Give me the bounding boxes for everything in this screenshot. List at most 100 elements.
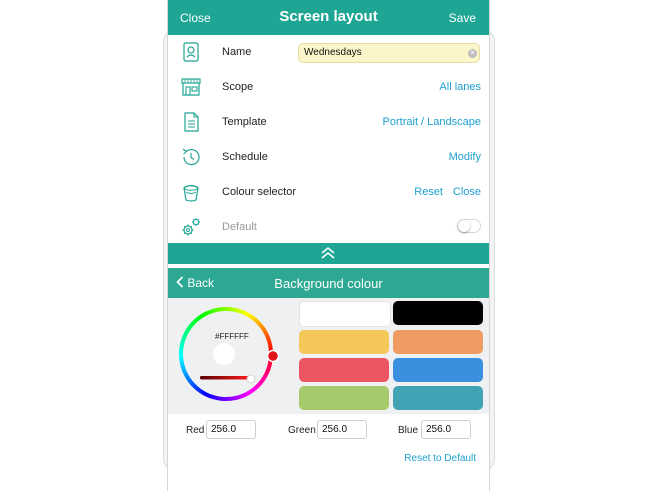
colour-selector-label: Colour selector [222, 186, 296, 198]
swatch-yellow[interactable] [299, 330, 389, 354]
hue-ring-segment [199, 389, 206, 396]
id-card-icon [183, 42, 199, 62]
hue-ring-segment [181, 334, 188, 340]
clear-icon[interactable]: ✕ [468, 49, 477, 58]
hue-ring-segment [240, 309, 246, 316]
hue-ring-segment [195, 386, 202, 393]
swatch-orange[interactable] [393, 330, 483, 354]
default-row: Default [168, 210, 489, 245]
collapse-bar[interactable] [168, 243, 489, 264]
hue-ring-segment [250, 315, 257, 322]
hue-ring-segment [198, 313, 205, 320]
hue-ring-segment [179, 345, 184, 351]
colour-selector-row: Colour selector Reset Close [168, 175, 489, 210]
schedule-modify-link[interactable]: Modify [449, 151, 481, 163]
hue-ring-segment [247, 388, 254, 395]
hue-ring-segment [260, 326, 267, 333]
hue-ring-segment [183, 330, 189, 337]
hue-ring-segment [253, 383, 260, 391]
colour-close-link[interactable]: Close [453, 186, 481, 198]
hue-ring-segment [213, 307, 219, 313]
scope-value-link[interactable]: All lanes [439, 81, 481, 93]
hue-ring-segment [237, 394, 243, 400]
red-label: Red [186, 425, 205, 436]
hue-ring-segment [232, 307, 239, 313]
reset-to-default-link[interactable]: Reset to Default [404, 453, 476, 464]
hue-ring-segment [209, 394, 216, 400]
history-clock-icon [182, 148, 200, 166]
hue-ring-segment [256, 381, 263, 388]
scope-row[interactable]: Scope All lanes [168, 70, 489, 105]
top-bar: Close Screen layout Save [168, 0, 489, 35]
hue-ring-segment [246, 312, 253, 319]
hue-ring-segment [192, 317, 199, 325]
hue-ring-segment [264, 368, 271, 374]
hue-ring-segment [195, 315, 202, 322]
hue-ring-segment [263, 371, 269, 378]
hue-ring-segment [264, 333, 271, 340]
scope-label: Scope [222, 81, 254, 93]
blue-label: Blue [398, 425, 419, 436]
swatch-teal[interactable] [393, 386, 483, 410]
hue-ring-segment [217, 307, 223, 312]
swatch-red[interactable] [299, 358, 389, 382]
name-row: Name Wednesdays ✕ [168, 35, 489, 70]
rgb-values-row: Red 256.0 Green 256.0 Blue 256.0 [168, 419, 489, 443]
hue-ring-segment [243, 311, 250, 317]
hue-ring-segment [266, 337, 272, 343]
gears-icon [182, 218, 200, 236]
hue-ring-segment [187, 323, 194, 330]
hue-ring-segment [261, 374, 268, 381]
hue-ring-segment [258, 378, 265, 385]
name-label: Name [222, 46, 252, 58]
hue-ring-segment [229, 307, 235, 312]
hue-ring-segment [253, 317, 260, 324]
hue-ring-segment [205, 309, 212, 316]
hue-ring-segment [183, 372, 190, 379]
swatch-black[interactable] [393, 301, 483, 325]
green-input[interactable]: 256.0 [317, 420, 367, 439]
red-input[interactable]: 256.0 [206, 420, 256, 439]
colour-panel-title: Background colour [274, 276, 383, 291]
hue-ring [179, 307, 273, 401]
hue-ring-segment [185, 375, 192, 382]
hue-ring-segment [233, 395, 239, 401]
hue-ring-segment [180, 365, 186, 371]
storefront-icon [181, 78, 201, 96]
name-field[interactable]: Wednesdays [298, 43, 480, 63]
colour-picker-area: #FFFFFF [168, 298, 489, 414]
brightness-handle[interactable] [246, 374, 256, 384]
hue-ring-segment [213, 395, 220, 401]
template-value-link[interactable]: Portrait / Landscape [383, 116, 481, 128]
schedule-row[interactable]: Schedule Modify [168, 140, 489, 175]
hue-ring-segment [258, 323, 265, 330]
double-chevron-up-icon [321, 246, 335, 259]
blue-input[interactable]: 256.0 [421, 420, 471, 439]
save-button[interactable]: Save [449, 11, 476, 25]
template-row[interactable]: Template Portrait / Landscape [168, 105, 489, 140]
hue-ring-segment [189, 320, 196, 327]
hue-ring-segment [267, 341, 273, 347]
swatch-green[interactable] [299, 386, 389, 410]
page-title: Screen layout [279, 8, 378, 25]
hue-ring-segment [209, 308, 215, 314]
swatch-white[interactable] [299, 301, 391, 327]
hue-ring-segment [187, 378, 194, 385]
toggle-knob [458, 220, 470, 232]
hue-ring-segment [192, 384, 199, 391]
hue-ring-segment [179, 361, 185, 367]
template-label: Template [222, 116, 267, 128]
schedule-label: Schedule [222, 151, 268, 163]
colour-wheel[interactable]: #FFFFFF [174, 306, 280, 410]
hue-ring-segment [206, 392, 212, 399]
paint-bucket-icon [183, 184, 199, 202]
default-toggle[interactable] [457, 219, 481, 233]
colour-reset-link[interactable]: Reset [414, 186, 443, 198]
hex-value: #FFFFFF [215, 332, 249, 341]
hue-ring-segment [180, 337, 186, 344]
hue-handle[interactable] [266, 349, 280, 363]
hue-ring-segment [201, 311, 208, 318]
hue-ring-segment [229, 396, 235, 401]
swatch-blue[interactable] [393, 358, 483, 382]
hue-ring-segment [189, 381, 197, 388]
